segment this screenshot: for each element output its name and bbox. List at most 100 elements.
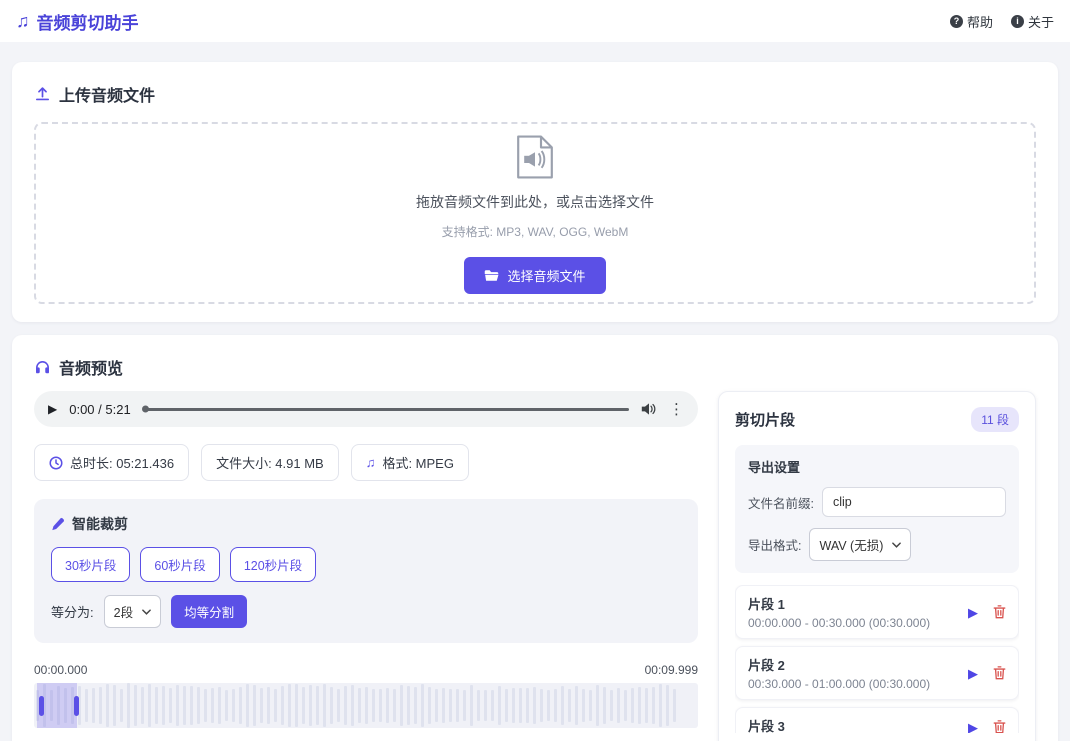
waveform-bar <box>386 688 389 723</box>
clip-play-icon[interactable]: ▶ <box>968 721 978 734</box>
clock-icon <box>49 455 63 470</box>
volume-icon[interactable] <box>641 402 657 416</box>
waveform-bar <box>442 688 445 723</box>
clip-delete-icon[interactable] <box>993 605 1006 619</box>
select-file-button[interactable]: 选择音频文件 <box>464 256 606 294</box>
upload-icon <box>35 86 50 100</box>
waveform-bar <box>190 685 193 726</box>
clip-delete-icon[interactable] <box>993 666 1006 680</box>
waveform-bar <box>120 688 123 722</box>
waveform-bar <box>407 686 410 725</box>
waveform-bar <box>421 684 424 727</box>
player-seek-bar[interactable] <box>141 405 629 413</box>
waveform-bar <box>267 687 270 724</box>
smart-cut-panel: 智能裁剪 30秒片段 60秒片段 120秒片段 等分为: 2段 均等分割 <box>34 499 698 643</box>
preview-card: 音频预览 ▶ 0:00 / 5:21 ⋮ 总时长: 05:21.436 文件大小… <box>12 335 1058 741</box>
waveform-bar <box>393 689 396 722</box>
player-menu-icon[interactable]: ⋮ <box>669 402 684 417</box>
waveform-bar <box>99 686 102 725</box>
clip-delete-icon[interactable] <box>993 720 1006 733</box>
preset-120s-button[interactable]: 120秒片段 <box>229 547 317 582</box>
clip-list[interactable]: 片段 1 00:00.000 - 00:30.000 (00:30.000) ▶… <box>735 585 1019 733</box>
clips-panel: 剪切片段 11 段 导出设置 文件名前缀: 导出格式: WAV (无损) <box>718 391 1036 741</box>
waveform-bar <box>561 686 564 725</box>
waveform-bar <box>309 685 312 726</box>
waveform-bar <box>169 688 172 723</box>
waveform-bar <box>575 685 578 726</box>
waveform-bar <box>85 689 88 722</box>
export-settings-title: 导出设置 <box>748 460 801 475</box>
clip-range: 00:00.000 - 00:30.000 (00:30.000) <box>748 616 931 630</box>
help-link[interactable]: ? 帮助 <box>949 12 993 31</box>
clip-row-2: 片段 2 00:30.000 - 01:00.000 (00:30.000) ▶ <box>735 646 1019 700</box>
smart-cut-title: 智能裁剪 <box>51 514 681 534</box>
waveform-bar <box>337 688 340 723</box>
equal-split-button[interactable]: 均等分割 <box>171 595 248 628</box>
waveform-bar <box>498 686 501 725</box>
waveform-bar <box>351 684 354 727</box>
clip-range: 00:30.000 - 01:00.000 (00:30.000) <box>748 677 931 691</box>
dropzone-text: 拖放音频文件到此处，或点击选择文件 <box>416 193 654 210</box>
waveform-bar <box>428 687 431 724</box>
chevron-down-icon <box>892 541 902 548</box>
waveform-timeline[interactable] <box>34 683 698 728</box>
waveform-bar <box>281 686 284 725</box>
waveform-bar <box>477 690 480 721</box>
waveform-bar <box>470 684 473 727</box>
waveform-bar <box>176 685 179 726</box>
player-seek-thumb[interactable] <box>141 405 149 413</box>
waveform-bar <box>253 685 256 726</box>
waveform-bar <box>183 686 186 725</box>
timeline-start-label: 00:00.000 <box>34 663 88 677</box>
clip-count-badge: 11 段 <box>971 407 1019 432</box>
headphones-icon <box>36 360 49 373</box>
waveform-bar <box>449 689 452 722</box>
clip-play-icon[interactable]: ▶ <box>968 606 978 619</box>
dropzone[interactable]: 拖放音频文件到此处，或点击选择文件 支持格式: MP3, WAV, OGG, W… <box>34 122 1036 304</box>
app-title: 音频剪切助手 <box>36 13 139 33</box>
waveform-bar <box>295 683 298 727</box>
selection-right-handle[interactable] <box>74 695 80 716</box>
waveform-bar <box>568 689 571 722</box>
export-format-select[interactable]: WAV (无损) <box>809 528 912 561</box>
waveform-bar <box>638 686 641 725</box>
waveform-bar <box>232 689 235 722</box>
selection-left-handle[interactable] <box>38 695 44 716</box>
waveform-bar <box>365 686 368 725</box>
timeline-labels: 00:00.000 00:09.999 <box>34 663 698 677</box>
waveform-bar <box>148 683 151 728</box>
waveform-bar <box>204 689 207 722</box>
preset-60s-button[interactable]: 60秒片段 <box>140 547 220 582</box>
about-link[interactable]: i 关于 <box>1010 12 1054 31</box>
waveform-bar <box>589 689 592 722</box>
timeline-selection[interactable] <box>36 683 80 728</box>
clip-name: 片段 2 <box>748 658 785 673</box>
folder-icon <box>485 269 499 281</box>
split-label: 等分为: <box>51 605 94 620</box>
supported-formats-text: 支持格式: MP3, WAV, OGG, WebM <box>441 224 629 239</box>
player-play-icon[interactable]: ▶ <box>48 403 57 415</box>
preset-30s-button[interactable]: 30秒片段 <box>51 547 131 582</box>
waveform-bar <box>274 688 277 723</box>
split-count-select[interactable]: 2段 <box>103 595 162 628</box>
waveform-bar <box>512 687 515 724</box>
waveform-bar <box>456 689 459 722</box>
audio-player[interactable]: ▶ 0:00 / 5:21 ⋮ <box>34 391 698 427</box>
music-note-icon: ♫ <box>16 10 30 31</box>
waveform-bar <box>624 689 627 722</box>
waveform-bar <box>463 689 466 722</box>
waveform-bar <box>134 684 137 727</box>
waveform-bar <box>400 684 403 727</box>
waveform-bar <box>659 683 662 728</box>
waveform-bar <box>288 683 291 728</box>
waveform-bar <box>162 685 165 726</box>
upload-section-title: 上传音频文件 <box>34 82 1036 106</box>
waveform-bar <box>435 688 438 723</box>
prefix-input[interactable] <box>821 487 1006 517</box>
clip-name: 片段 3 <box>748 719 785 733</box>
prefix-label: 文件名前缀: <box>748 496 814 511</box>
waveform-bar <box>645 687 648 724</box>
waveform-bar <box>491 689 494 722</box>
clip-play-icon[interactable]: ▶ <box>968 667 978 680</box>
waveform-bar <box>631 687 634 724</box>
